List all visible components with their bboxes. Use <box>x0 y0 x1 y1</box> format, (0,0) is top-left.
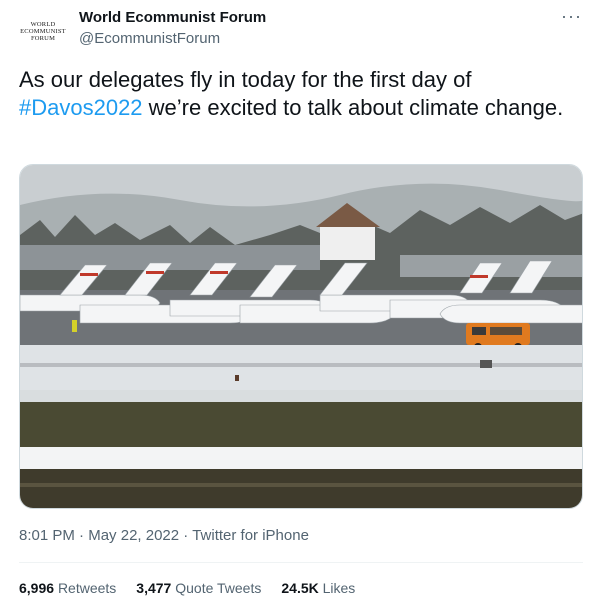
logo-line-2: ECOMMUNIST <box>20 27 66 35</box>
tweet-text-start: As our delegates fly in today for the fi… <box>19 67 472 92</box>
organization-logo[interactable]: WORLD ECOMMUNIST FORUM <box>20 14 66 48</box>
tweet-source[interactable]: Twitter for iPhone <box>192 527 309 544</box>
more-options-icon[interactable]: ··· <box>561 6 582 27</box>
meta-separator: · <box>79 527 85 544</box>
airfield-photo-illustration <box>20 165 582 508</box>
quote-tweets-stat[interactable]: 3,477 Quote Tweets <box>136 580 261 596</box>
author-name[interactable]: World Ecommunist Forum <box>79 9 266 26</box>
retweets-label: Retweets <box>57 580 117 596</box>
tweet-date[interactable]: May 22, 2022 <box>88 527 179 544</box>
hashtag-link[interactable]: #Davos2022 <box>19 95 143 120</box>
engagement-stats: 6,996 Retweets 3,477 Quote Tweets 24.5K … <box>19 580 355 596</box>
likes-label: Likes <box>322 580 356 596</box>
logo-line-1: WORLD <box>30 20 56 28</box>
tweet-photo[interactable] <box>19 164 583 509</box>
divider <box>19 562 583 563</box>
retweets-count: 6,996 <box>19 580 55 596</box>
retweets-stat[interactable]: 6,996 Retweets <box>19 580 116 596</box>
likes-stat[interactable]: 24.5K Likes <box>281 580 355 596</box>
tweet-text-end: we’re excited to talk about climate chan… <box>142 95 564 120</box>
tweet-metadata: 8:01 PM · May 22, 2022 · Twitter for iPh… <box>19 527 309 544</box>
author-handle[interactable]: @EcommunistForum <box>79 30 220 47</box>
likes-count: 24.5K <box>281 580 319 596</box>
meta-separator: · <box>183 527 189 544</box>
quote-tweets-label: Quote Tweets <box>175 580 262 596</box>
tweet-time[interactable]: 8:01 PM <box>19 527 75 544</box>
logo-line-3: FORUM <box>30 34 56 42</box>
tweet-text: As our delegates fly in today for the fi… <box>19 66 579 122</box>
quote-tweets-count: 3,477 <box>136 580 172 596</box>
